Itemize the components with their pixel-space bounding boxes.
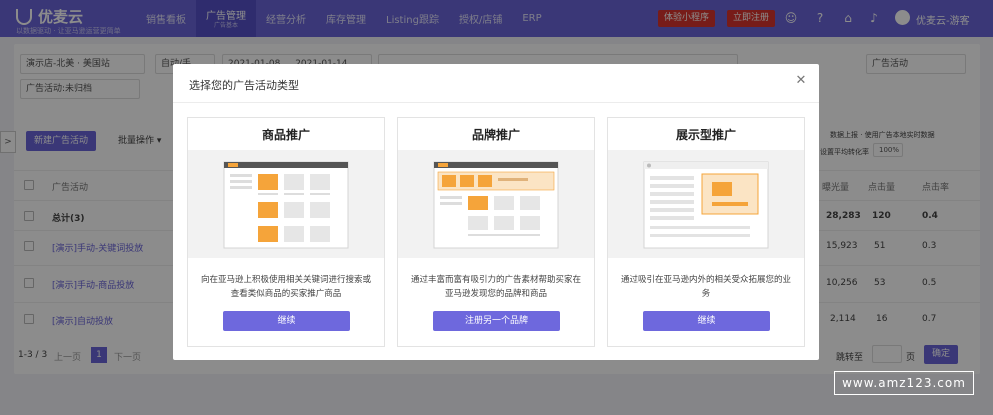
display-illustration-icon bbox=[643, 161, 769, 249]
brands-illustration-icon bbox=[433, 161, 559, 249]
watermark: www.amz123.com bbox=[834, 371, 974, 395]
divider bbox=[173, 102, 819, 103]
continue-button[interactable]: 继续 bbox=[643, 311, 770, 331]
dialog-title: 选择您的广告活动类型 bbox=[189, 79, 299, 92]
card-title: 品牌推广 bbox=[471, 128, 520, 142]
card-sponsored-products[interactable]: 商品推广 向在亚马逊上积极使用相关关键词进行搜索或查看类似商品的买家推广商品 继… bbox=[187, 117, 385, 347]
register-brand-button[interactable]: 注册另一个品牌 bbox=[433, 311, 560, 331]
products-illustration-icon bbox=[223, 161, 349, 249]
campaign-type-dialog: 选择您的广告活动类型 ✕ 商品推广 向在亚马逊上积极使用相关关键词进行搜索或查看… bbox=[173, 64, 819, 360]
card-sponsored-brands[interactable]: 品牌推广 通过丰富而富有吸引力的广告素材帮助买家在亚马逊发现您的品牌和商品 注册… bbox=[397, 117, 595, 347]
continue-button[interactable]: 继续 bbox=[223, 311, 350, 331]
sponsored-brands-illustration bbox=[398, 150, 594, 258]
close-icon[interactable]: ✕ bbox=[794, 74, 808, 88]
card-description: 通过丰富而富有吸引力的广告素材帮助买家在亚马逊发现您的品牌和商品 bbox=[410, 275, 581, 299]
card-title: 展示型推广 bbox=[675, 128, 736, 142]
sponsored-display-illustration bbox=[608, 150, 804, 258]
card-sponsored-display[interactable]: 展示型推广 通过吸引在亚马逊内外的相关受众拓展您的业务 继续 bbox=[607, 117, 805, 347]
card-description: 通过吸引在亚马逊内外的相关受众拓展您的业务 bbox=[620, 275, 791, 299]
sponsored-products-illustration bbox=[188, 150, 384, 258]
card-description: 向在亚马逊上积极使用相关关键词进行搜索或查看类似商品的买家推广商品 bbox=[200, 275, 371, 299]
card-title: 商品推广 bbox=[261, 128, 310, 142]
